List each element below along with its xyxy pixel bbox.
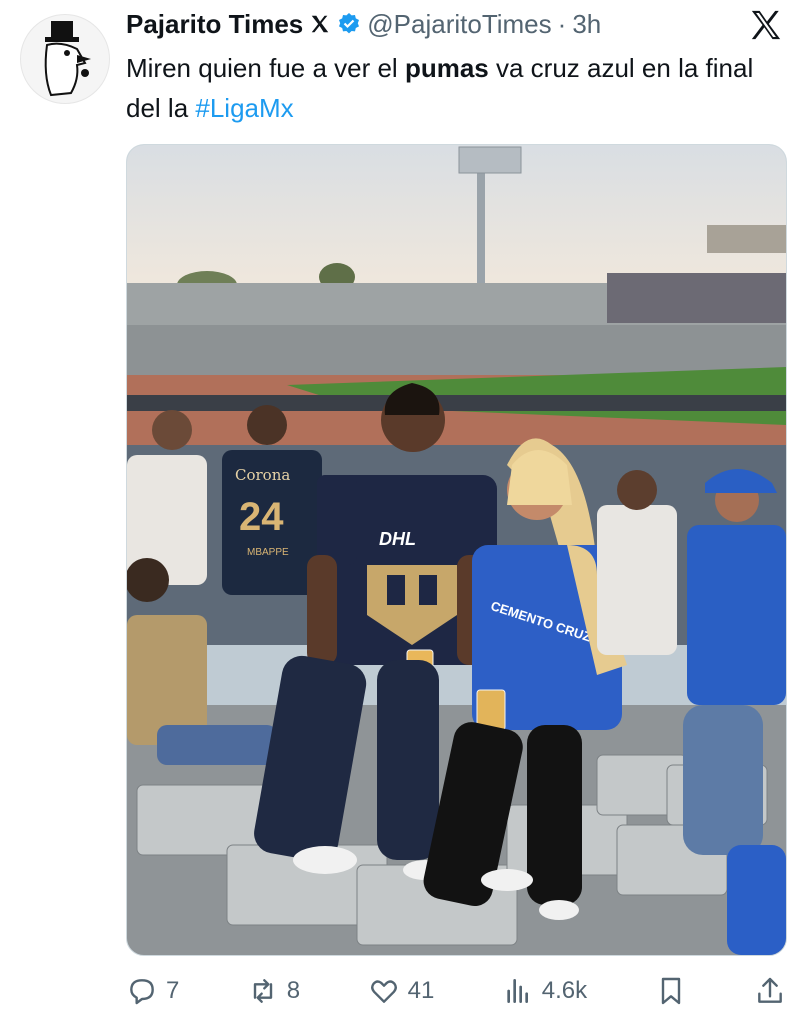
heart-icon xyxy=(370,980,397,1003)
bookmark-icon xyxy=(661,977,680,1005)
repost-icon xyxy=(253,979,272,1003)
like-count: 41 xyxy=(407,977,435,1004)
corona-sponsor-text: Corona xyxy=(235,466,290,484)
pajarito-avatar-icon xyxy=(44,21,91,97)
jersey-name-text: MBAPPE xyxy=(247,547,289,558)
share-button[interactable] xyxy=(754,975,786,1007)
tweet-photo[interactable]: Corona 24 MBAPPE DHL CEMENTO CRUZ AZUL xyxy=(126,144,787,956)
avatar[interactable] xyxy=(20,14,110,104)
reply-button[interactable]: 7 xyxy=(126,975,179,1007)
timestamp[interactable]: 3h xyxy=(572,9,601,40)
views-button[interactable]: 4.6k xyxy=(502,975,587,1007)
x-logo-icon[interactable] xyxy=(749,8,783,42)
bookmark-button[interactable] xyxy=(655,975,687,1007)
reply-count: 7 xyxy=(166,977,180,1004)
tweet-text: Miren quien fue a ver el pumas va cruz a… xyxy=(126,48,786,128)
like-button[interactable]: 41 xyxy=(368,975,435,1007)
share-upload-icon xyxy=(758,977,782,1003)
dhl-sponsor-text: DHL xyxy=(379,529,416,549)
views-chart-icon xyxy=(507,979,528,1003)
verified-icon xyxy=(339,13,360,34)
handle[interactable]: @PajaritoTimes xyxy=(367,9,551,40)
tweet-header: Pajarito Times @PajaritoTimes · 3h xyxy=(126,6,783,42)
tweet-actions: 7 8 41 4.6k xyxy=(126,968,786,1014)
display-name[interactable]: Pajarito Times xyxy=(126,9,303,40)
tweet-text-part1: Miren quien fue a ver el xyxy=(126,53,405,83)
x-badge-icon xyxy=(312,15,329,33)
hashtag-link[interactable]: #LigaMx xyxy=(195,93,293,123)
reply-icon xyxy=(130,979,154,1005)
tweet-text-bold: pumas xyxy=(404,53,489,83)
repost-count: 8 xyxy=(286,977,301,1004)
repost-button[interactable]: 8 xyxy=(247,975,300,1007)
jersey-number-text: 24 xyxy=(239,495,284,539)
views-count: 4.6k xyxy=(541,977,588,1004)
separator-dot: · xyxy=(557,8,567,39)
stadium-photo: Corona 24 MBAPPE DHL CEMENTO CRUZ AZUL xyxy=(127,145,786,955)
